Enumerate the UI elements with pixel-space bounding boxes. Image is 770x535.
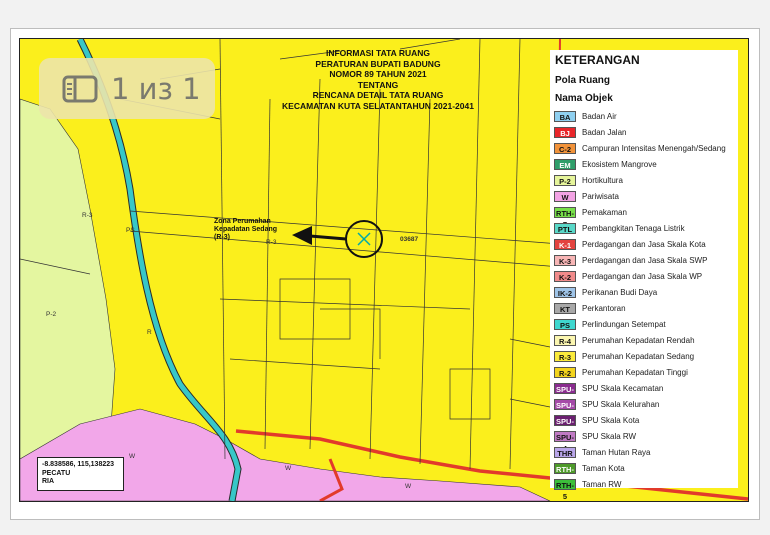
coordinates-note: RIA <box>42 478 55 485</box>
sidebar-icon <box>62 75 98 102</box>
map-label-r3-center: R-3 <box>266 239 277 246</box>
legend-item: P-2 Hortikultura <box>554 173 623 187</box>
legend-swatch: SPU-3 <box>554 398 576 421</box>
legend-label: Hortikultura <box>582 175 623 185</box>
legend-label: SPU Skala Kecamatan <box>582 383 664 393</box>
legend-item: R-2 Perumahan Kepadatan Tinggi <box>554 365 688 379</box>
legend-title: KETERANGAN <box>555 53 640 67</box>
legend-swatch: P-2 <box>554 174 576 186</box>
legend-label: Pembangkitan Tenaga Listrik <box>582 223 685 233</box>
legend-label: SPU Skala Kelurahan <box>582 399 660 409</box>
legend-swatch: C-2 <box>554 142 576 154</box>
legend-label: Pariwisata <box>582 191 619 201</box>
legend-label: SPU Skala RW <box>582 431 637 441</box>
page-indicator[interactable]: 1 из 1 <box>39 58 215 119</box>
coordinates-village: PECATU <box>42 469 71 477</box>
legend-swatch: K-2 <box>554 270 576 282</box>
legend-swatch: BA <box>554 110 576 122</box>
legend-item: SPU-1 SPU Skala Kota <box>554 413 640 437</box>
legend-label: Perikanan Budi Daya <box>582 287 658 297</box>
legend-swatch: SPU-4 <box>554 430 576 453</box>
legend-item: RTH-2 Taman Kota <box>554 461 625 485</box>
legend-label: Campuran Intensitas Menengah/Sedang <box>582 143 726 153</box>
map-legend: KETERANGAN Pola Ruang Nama Objek BA Badan… <box>550 50 738 501</box>
legend-item: SPU-2 SPU Skala Kecamatan <box>554 381 664 405</box>
legend-label: Taman RW <box>582 479 622 489</box>
map-label-p2: P-2 <box>46 311 57 318</box>
legend-item: C-2 Campuran Intensitas Menengah/Sedang <box>554 141 726 155</box>
legend-swatch: BJ <box>554 126 576 138</box>
legend-item: BJ Badan Jalan <box>554 125 626 139</box>
page-count: 1 из 1 <box>111 71 201 106</box>
legend-label: Perumahan Kepadatan Rendah <box>582 335 695 345</box>
coordinates-latlon: -8.838586, 115,138223 <box>42 461 115 468</box>
map-header: INFORMASI TATA RUANG PERATURAN BUPATI BA… <box>282 48 474 111</box>
legend-swatch: PS <box>554 318 576 330</box>
legend-swatch: EM <box>554 158 576 170</box>
legend-swatch: RTH-2 <box>554 462 576 485</box>
map-label-r: R <box>147 329 152 336</box>
legend-swatch: K-3 <box>554 254 576 266</box>
legend-swatch: R-4 <box>554 334 576 346</box>
map-label-ps: PS <box>126 227 135 234</box>
legend-item: EM Ekosistem Mangrove <box>554 157 657 171</box>
map-label-r3: R-3 <box>82 212 93 219</box>
legend-label: Badan Jalan <box>582 127 627 137</box>
legend-item: SPU-3 SPU Skala Kelurahan <box>554 397 660 421</box>
legend-swatch: K-1 <box>554 238 576 250</box>
legend-label: Taman Kota <box>582 463 625 473</box>
legend-item: W Pariwisata <box>554 189 619 203</box>
map-label-w2: W <box>285 465 292 472</box>
map-label-w3: W <box>405 483 412 490</box>
legend-swatch: PTL <box>554 222 576 234</box>
legend-swatch: W <box>554 190 576 202</box>
legend-label: Perkantoran <box>582 303 626 313</box>
legend-label: Perdagangan dan Jasa Skala WP <box>582 271 703 281</box>
legend-label: Ekosistem Mangrove <box>582 159 657 169</box>
legend-swatch: RTH-7 <box>554 206 576 229</box>
legend-label: Taman Hutan Raya <box>582 447 651 457</box>
legend-swatch: IK-2 <box>554 286 576 298</box>
legend-item: BA Badan Air <box>554 109 617 123</box>
legend-item: R-4 Perumahan Kepadatan Rendah <box>554 333 695 347</box>
legend-swatch: R-2 <box>554 366 576 378</box>
legend-item: PS Perlindungan Setempat <box>554 317 666 331</box>
legend-item: RTH-5 Taman RW <box>554 477 622 501</box>
legend-swatch: THR <box>554 446 576 458</box>
legend-swatch: KT <box>554 302 576 314</box>
parcel-id: 03687 <box>400 236 419 243</box>
legend-subtitle-objek: Nama Objek <box>555 93 613 104</box>
legend-swatch: SPU-2 <box>554 382 576 405</box>
legend-label: SPU Skala Kota <box>582 415 640 425</box>
legend-label: Badan Air <box>582 111 617 121</box>
legend-label: Perdagangan dan Jasa Skala SWP <box>582 255 708 265</box>
legend-item: KT Perkantoran <box>554 301 626 315</box>
legend-item: R-3 Perumahan Kepadatan Sedang <box>554 349 694 363</box>
legend-item: RTH-7 Pemakaman <box>554 205 627 229</box>
legend-label: Pemakaman <box>582 207 627 217</box>
coordinates-box: -8.838586, 115,138223 PECATU RIA <box>37 457 124 491</box>
legend-item: K-2 Perdagangan dan Jasa Skala WP <box>554 269 702 283</box>
legend-item: IK-2 Perikanan Budi Daya <box>554 285 657 299</box>
legend-swatch: RTH-5 <box>554 478 576 501</box>
legend-subtitle-pola: Pola Ruang <box>555 75 611 86</box>
legend-label: Perumahan Kepadatan Tinggi <box>582 367 688 377</box>
legend-item: SPU-4 SPU Skala RW <box>554 429 637 453</box>
map-label-w1: W <box>129 453 136 460</box>
legend-swatch: SPU-1 <box>554 414 576 437</box>
legend-label: Perlindungan Setempat <box>582 319 666 329</box>
legend-item: THR Taman Hutan Raya <box>554 445 650 459</box>
legend-item: K-3 Perdagangan dan Jasa Skala SWP <box>554 253 707 267</box>
legend-item: K-1 Perdagangan dan Jasa Skala Kota <box>554 237 706 251</box>
legend-item: PTL Pembangkitan Tenaga Listrik <box>554 221 685 235</box>
legend-label: Perumahan Kepadatan Sedang <box>582 351 695 361</box>
legend-swatch: R-3 <box>554 350 576 362</box>
legend-label: Perdagangan dan Jasa Skala Kota <box>582 239 706 249</box>
